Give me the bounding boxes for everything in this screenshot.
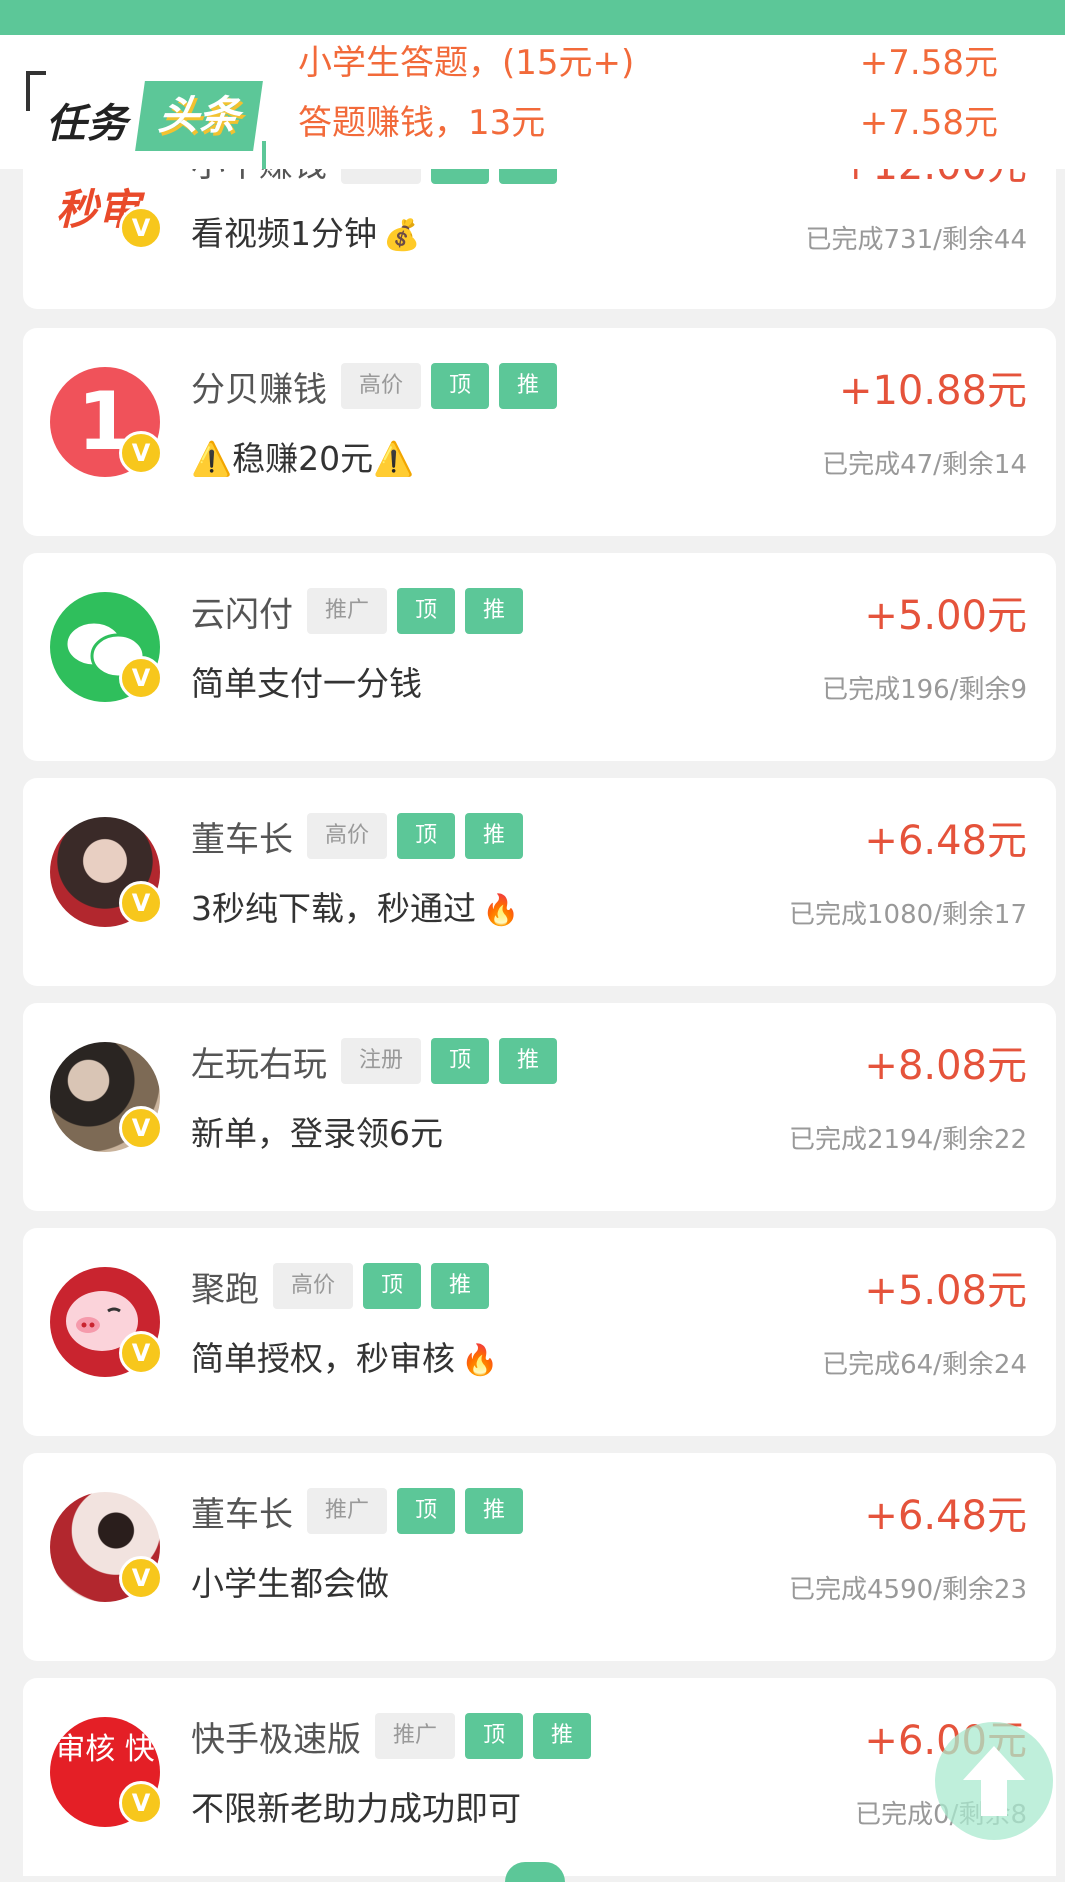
task-tag: 注册 [341,1038,422,1084]
ticker-item[interactable]: 小学生答题，(15元+) +7.58元 [298,35,1018,93]
avatar-text: 审核 快 [55,1732,155,1767]
task-reward: +8.08元 [864,1043,1027,1089]
task-tag: 推广 [375,1713,456,1759]
money-bag-icon: 💰 [383,218,421,253]
task-progress: 已完成2194/剩余22 [788,1125,1027,1155]
task-description: 新单，登录领6元 [191,1114,443,1153]
task-title: 左玩右玩 [191,1044,327,1085]
task-card[interactable]: V 聚跑 高价 顶 推 简单授权，秒审核 🔥 +5.08元 已完成64/剩余24 [23,1228,1056,1436]
verified-badge-icon: V [119,656,163,700]
task-description: 看视频1分钟 💰 [191,207,420,255]
task-title: 聚跑 [191,1269,259,1310]
task-card[interactable]: V 董车长 高价 顶 推 3秒纯下载，秒通过 🔥 +6.48元 已完成1080/剩… [23,778,1056,986]
task-tag: 推广 [307,588,388,634]
ticker-amount: +7.58元 [859,43,998,83]
task-card[interactable]: 1 V 分贝赚钱 高价 顶 推 ⚠️稳赚20元⚠️ +10.88元 已完成47/… [23,328,1056,536]
task-card[interactable]: 审核 快 V 快手极速版 推广 顶 推 不限新老助力成功即可 +6.00元 已完… [23,1678,1056,1876]
push-tag: 推 [465,813,524,859]
ticker-text: 小学生答题，(15元+) [298,43,635,83]
task-card[interactable]: V 董车长 推广 顶 推 小学生都会做 +6.48元 已完成4590/剩余23 [23,1453,1056,1661]
task-progress: 已完成1080/剩余17 [788,900,1027,930]
verified-badge-icon: V [119,1106,163,1150]
ticker-amount: +7.58元 [859,103,998,143]
verified-badge-icon: V [119,1556,163,1600]
bottom-fab[interactable] [505,1862,565,1882]
task-tag: 高价 [341,363,422,409]
task-description: ⚠️稳赚20元⚠️ [191,439,415,478]
task-progress: 已完成196/剩余9 [822,675,1027,705]
push-tag: 推 [465,1488,524,1534]
verified-badge-icon: V [119,206,163,250]
task-reward: +5.00元 [864,593,1027,639]
task-progress: 已完成64/剩余24 [822,1350,1027,1380]
task-title: 云闪付 [191,594,293,635]
task-title: 董车长 [191,819,293,860]
task-reward: +6.48元 [864,818,1027,864]
task-card[interactable]: V 左玩右玩 注册 顶 推 新单，登录领6元 +8.08元 已完成2194/剩余… [23,1003,1056,1211]
logo-text-1: 任务 [46,101,128,147]
task-card[interactable]: V 云闪付 推广 顶 推 简单支付一分钱 +5.00元 已完成196/剩余9 [23,553,1056,761]
top-tag: 顶 [431,1038,490,1084]
top-tag: 顶 [397,813,456,859]
logo-text-2: 头条 [135,81,263,151]
top-tag: 顶 [363,1263,422,1309]
arrow-up-icon [963,1746,1025,1816]
task-description-text: 3秒纯下载，秒通过 [191,889,476,928]
verified-badge-icon: V [119,1781,163,1825]
task-tag: 推广 [307,1488,388,1534]
task-reward: +5.08元 [864,1268,1027,1314]
news-ticker[interactable]: 小学生答题，(15元+) +7.58元 答题赚钱，13元 +7.58元 [298,35,1018,169]
push-tag: 推 [431,1263,490,1309]
top-tag: 顶 [397,1488,456,1534]
top-tag: 顶 [397,588,456,634]
task-title: 董车长 [191,1494,293,1535]
task-description: 3秒纯下载，秒通过 🔥 [191,882,519,930]
task-tag: 高价 [273,1263,354,1309]
task-reward: +10.88元 [838,368,1027,414]
task-description-text: 简单授权，秒审核 [191,1339,455,1378]
fire-icon: 🔥 [461,1343,499,1378]
bracket-left-decoration [26,71,46,111]
task-description: 简单授权，秒审核 🔥 [191,1332,498,1380]
task-progress: 已完成47/剩余14 [822,450,1027,480]
task-headlines-logo: 任务 头条 [26,71,266,169]
task-progress: 已完成4590/剩余23 [788,1575,1027,1605]
task-list: 秒审 V 小牛赚钱 高价 顶 推 看视频1分钟💰 +12.00元 已完成731/… [0,0,1065,1876]
task-description: 简单支付一分钱 [191,664,422,703]
ticker-text: 答题赚钱，13元 [298,103,546,143]
verified-badge-icon: V [119,881,163,925]
task-description: 不限新老助力成功即可 [191,1789,521,1828]
scroll-to-top-button[interactable] [935,1722,1053,1840]
task-tag: 高价 [307,813,388,859]
task-title: 分贝赚钱 [191,369,327,410]
fire-icon: 🔥 [482,893,520,928]
task-description-text: 看视频1分钟 [191,214,377,253]
task-reward: +6.48元 [864,1493,1027,1539]
push-tag: 推 [499,1038,558,1084]
task-progress: 已完成731/剩余44 [805,225,1027,255]
verified-badge-icon: V [119,431,163,475]
task-description: 小学生都会做 [191,1564,389,1603]
push-tag: 推 [533,1713,592,1759]
push-tag: 推 [465,588,524,634]
ticker-item[interactable]: 答题赚钱，13元 +7.58元 [298,93,1018,153]
verified-badge-icon: V [119,1331,163,1375]
task-title: 快手极速版 [191,1719,361,1760]
top-tag: 顶 [465,1713,524,1759]
top-tag: 顶 [431,363,490,409]
push-tag: 推 [499,363,558,409]
header-banner: 任务 头条 小学生答题，(15元+) +7.58元 答题赚钱，13元 +7.58… [0,35,1065,169]
